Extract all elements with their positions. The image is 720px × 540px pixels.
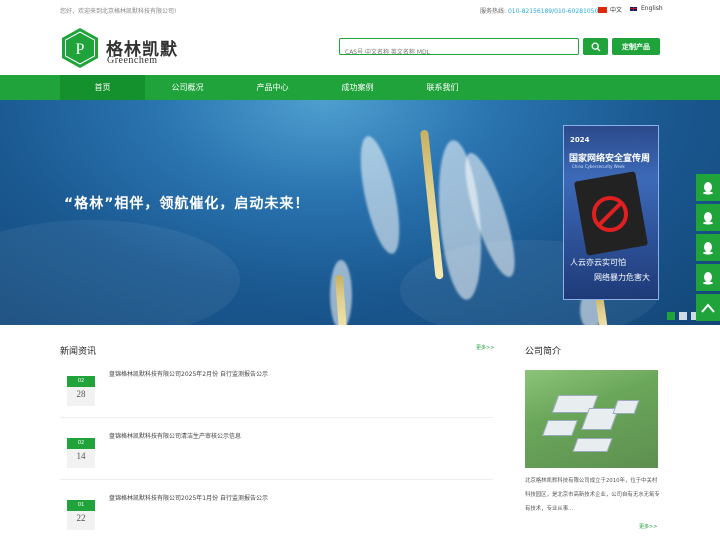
qq-icon bbox=[703, 211, 713, 224]
search-icon bbox=[591, 42, 600, 51]
hotline-numbers: 010-82156189/010-60281050 bbox=[507, 8, 599, 15]
custom-product-button[interactable]: 定制产品 bbox=[612, 38, 660, 55]
news-link[interactable]: 盘锦格林凯默科技有限公司2025年1月份 自行监测报告公示 bbox=[109, 493, 268, 502]
lang-en-link[interactable]: English bbox=[629, 5, 663, 12]
poster-line2: 网络暴力危害大 bbox=[594, 273, 650, 282]
nav-item-cases[interactable]: 成功案例 bbox=[315, 75, 400, 100]
side-qq-button-2[interactable] bbox=[696, 204, 720, 231]
side-qq-button-4[interactable] bbox=[696, 264, 720, 291]
news-item[interactable]: 02 14 盘锦格林凯默科技有限公司清洁生产审核公示信息 bbox=[60, 418, 493, 480]
back-to-top-icon bbox=[701, 302, 715, 313]
about-text: 北京格林凯默科技有限公司成立于2010年，位于中关村科技园区，是北京市高新技术企… bbox=[525, 478, 660, 512]
news-more-link[interactable]: 更多>> bbox=[476, 344, 494, 351]
news-month: 02 bbox=[67, 376, 95, 387]
search-button[interactable] bbox=[583, 38, 608, 55]
lang-cn-link[interactable]: 中文 bbox=[598, 5, 622, 14]
uk-flag-icon bbox=[629, 5, 638, 12]
logo-en: Greenchem bbox=[107, 55, 158, 66]
logo-letter: P bbox=[76, 41, 85, 58]
logo-icon[interactable]: P bbox=[61, 27, 99, 69]
carousel-dot[interactable] bbox=[667, 312, 675, 320]
news-day: 28 bbox=[76, 389, 86, 399]
qq-icon bbox=[703, 181, 713, 194]
prohibited-icon bbox=[592, 196, 628, 232]
banner-slogan: “格林”相伴，领航催化，启动未来！ bbox=[64, 196, 310, 212]
poster-subtitle: China Cybersecurity Week bbox=[572, 164, 625, 169]
header: P 格林凯默 Greenchem 定制产品 bbox=[0, 20, 720, 75]
poster-title: 国家网络安全宣传周 bbox=[569, 154, 651, 164]
lang-en-label: English bbox=[641, 5, 663, 12]
news-link[interactable]: 盘锦格林凯默科技有限公司清洁生产审核公示信息 bbox=[109, 431, 241, 440]
welcome-text: 您好，欢迎来到北京格林凯默科技有限公司! bbox=[60, 8, 177, 15]
search-box bbox=[339, 38, 579, 60]
nav-item-home[interactable]: 首页 bbox=[60, 75, 145, 100]
water-wave bbox=[0, 220, 240, 325]
news-date: 02 14 bbox=[67, 438, 95, 468]
poster-year: 2024 bbox=[570, 136, 590, 144]
main-nav: 首页 公司概况 产品中心 成功案例 联系我们 bbox=[0, 75, 720, 100]
top-bar: 您好，欢迎来到北京格林凯默科技有限公司! 服务热线: 010-82156189/… bbox=[0, 0, 720, 20]
news-day: 22 bbox=[76, 513, 86, 523]
search-input[interactable] bbox=[340, 45, 578, 60]
banner-carousel[interactable]: “格林”相伴，领航催化，启动未来！ 2024 国家网络安全宣传周 China C… bbox=[0, 100, 720, 325]
nav-item-products[interactable]: 产品中心 bbox=[230, 75, 315, 100]
about-section-title: 公司简介 bbox=[525, 347, 562, 357]
back-to-top-button[interactable] bbox=[696, 294, 720, 321]
qq-icon bbox=[703, 271, 713, 284]
hotline-label: 服务热线: bbox=[480, 8, 507, 15]
news-link[interactable]: 盘锦格林凯默科技有限公司2025年2月份 自行监测报告公示 bbox=[109, 369, 268, 378]
nav-item-company[interactable]: 公司概况 bbox=[145, 75, 230, 100]
nav-item-contact[interactable]: 联系我们 bbox=[400, 75, 485, 100]
news-month: 02 bbox=[67, 438, 95, 449]
news-month: 01 bbox=[67, 500, 95, 511]
company-campus-image[interactable] bbox=[525, 370, 658, 468]
news-date: 02 28 bbox=[67, 376, 95, 406]
lang-cn-label: 中文 bbox=[610, 7, 623, 14]
hotline: 服务热线: 010-82156189/010-60281050 bbox=[480, 6, 598, 15]
china-flag-icon bbox=[598, 6, 607, 13]
news-item[interactable]: 02 28 盘锦格林凯默科技有限公司2025年2月份 自行监测报告公示 bbox=[60, 356, 493, 418]
security-week-poster[interactable]: 2024 国家网络安全宣传周 China Cybersecurity Week … bbox=[563, 125, 659, 300]
about-more-link[interactable]: 更多>> bbox=[639, 523, 657, 530]
qq-icon bbox=[703, 241, 713, 254]
poster-line1: 人云亦云实可怕 bbox=[570, 258, 626, 267]
news-day: 14 bbox=[76, 451, 86, 461]
carousel-dot[interactable] bbox=[679, 312, 687, 320]
side-qq-button-3[interactable] bbox=[696, 234, 720, 261]
news-date: 01 22 bbox=[67, 500, 95, 530]
side-qq-button-1[interactable] bbox=[696, 174, 720, 201]
news-item[interactable]: 01 22 盘锦格林凯默科技有限公司2025年1月份 自行监测报告公示 bbox=[60, 480, 493, 540]
